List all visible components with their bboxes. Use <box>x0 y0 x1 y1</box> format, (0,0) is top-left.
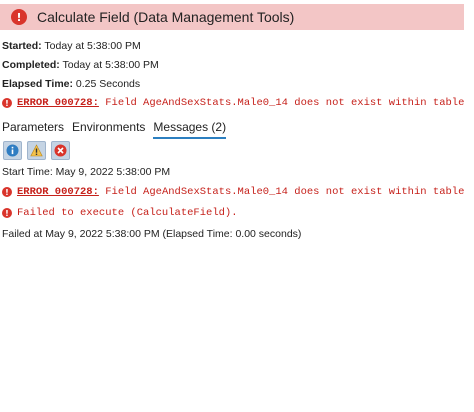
error-icon: ! <box>2 208 12 218</box>
failed-execute-text: Failed to execute (CalculateField). <box>17 207 238 219</box>
failed-execute-message: ! Failed to execute (CalculateField). <box>2 207 238 219</box>
message-filter-toolbar <box>3 141 75 160</box>
error-icon: ! <box>2 98 12 108</box>
error-filter-button[interactable] <box>51 141 70 160</box>
error-icon: ! <box>11 9 27 25</box>
completed-row: Completed: Today at 5:38:00 PM <box>2 59 159 71</box>
error-icon: ! <box>2 187 12 197</box>
tool-title: Calculate Field (Data Management Tools) <box>37 9 295 25</box>
elapsed-value: 0.25 Seconds <box>75 78 141 90</box>
started-value: Today at 5:38:00 PM <box>44 40 141 52</box>
error-message: ! ERROR 000728: Field AgeAndSexStats.Mal… <box>2 186 464 198</box>
error-code-link[interactable]: ERROR 000728: <box>17 186 99 198</box>
summary-error: ! ERROR 000728: Field AgeAndSexStats.Mal… <box>2 97 464 109</box>
elapsed-row: Elapsed Time: 0.25 Seconds <box>2 78 140 90</box>
tool-header: ! Calculate Field (Data Management Tools… <box>0 4 464 30</box>
start-time-message: Start Time: May 9, 2022 5:38:00 PM <box>2 166 171 178</box>
warning-filter-button[interactable] <box>27 141 46 160</box>
tab-bar: Parameters Environments Messages (2) <box>2 120 234 139</box>
tab-messages[interactable]: Messages (2) <box>153 120 227 139</box>
info-icon <box>6 144 19 157</box>
started-label: Started: <box>2 40 42 52</box>
error-text: Field AgeAndSexStats.Male0_14 does not e… <box>105 186 465 198</box>
tab-environments[interactable]: Environments <box>72 120 145 139</box>
error-code-link[interactable]: ERROR 000728: <box>17 97 99 109</box>
failed-at-message: Failed at May 9, 2022 5:38:00 PM (Elapse… <box>2 228 302 240</box>
completed-value: Today at 5:38:00 PM <box>62 59 159 71</box>
warning-icon <box>30 144 43 157</box>
elapsed-label: Elapsed Time: <box>2 78 73 90</box>
error-text: Field AgeAndSexStats.Male0_14 does not e… <box>105 97 465 109</box>
started-row: Started: Today at 5:38:00 PM <box>2 40 141 52</box>
completed-label: Completed: <box>2 59 60 71</box>
error-icon <box>54 144 67 157</box>
info-filter-button[interactable] <box>3 141 22 160</box>
tab-parameters[interactable]: Parameters <box>2 120 64 139</box>
